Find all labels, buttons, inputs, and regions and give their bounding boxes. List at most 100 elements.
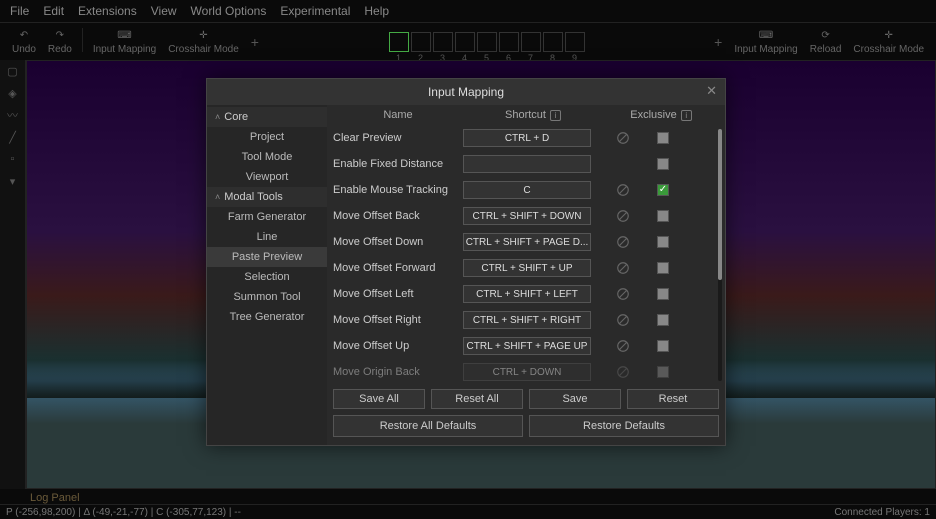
mapping-name: Move Offset Down [333, 236, 463, 248]
exclusive-checkbox[interactable] [657, 314, 669, 326]
sidebar-header-modal-tools[interactable]: Modal Tools [207, 187, 327, 207]
save-button[interactable]: Save [529, 389, 621, 409]
hotbar-slot-6[interactable]: 6 [499, 32, 519, 52]
mapping-row: Move Offset UpCTRL + SHIFT + PAGE UP [333, 333, 719, 359]
dialog-column-headers: Name Shortcuti Exclusivei [327, 105, 725, 125]
toolbar-add-left[interactable]: + [245, 34, 265, 50]
reset-button[interactable]: Reset [627, 389, 719, 409]
mapping-row: Move Offset BackCTRL + SHIFT + DOWN [333, 203, 719, 229]
shortcut-input[interactable]: CTRL + SHIFT + DOWN [463, 207, 591, 225]
toolbar-input-mapping[interactable]: ⌨Input Mapping [87, 28, 162, 55]
scrollbar[interactable] [718, 129, 722, 381]
exclusive-checkbox[interactable] [657, 340, 669, 352]
toolbar-reload[interactable]: ⟳Reload [804, 28, 848, 55]
sidebar-item-farm-generator[interactable]: Farm Generator [207, 207, 327, 227]
line-tool-icon[interactable]: ╱ [6, 130, 20, 144]
scrollbar-thumb[interactable] [718, 129, 722, 280]
exclusive-checkbox[interactable] [657, 158, 669, 170]
dialog-sidebar: CoreProjectTool ModeViewportModal ToolsF… [207, 105, 327, 445]
sidebar-item-viewport[interactable]: Viewport [207, 167, 327, 187]
close-icon[interactable]: ✕ [706, 83, 717, 99]
dropdown-icon[interactable]: ▾ [6, 174, 20, 188]
col-exclusive: Exclusive [630, 109, 676, 121]
disabled-icon-cell [603, 313, 643, 327]
toolbar-crosshair-mode[interactable]: ✛Crosshair Mode [847, 28, 930, 55]
menu-file[interactable]: File [10, 4, 29, 18]
menu-world-options[interactable]: World Options [191, 4, 267, 18]
toolbar-crosshair-mode[interactable]: ✛Crosshair Mode [162, 28, 245, 55]
disabled-icon-cell [603, 235, 643, 249]
undo-icon: ↶ [17, 28, 31, 42]
shortcut-input[interactable]: C [463, 181, 591, 199]
hotbar-slot-4[interactable]: 4 [455, 32, 475, 52]
shortcut-input[interactable]: CTRL + SHIFT + PAGE D... [463, 233, 591, 251]
sidebar-item-project[interactable]: Project [207, 127, 327, 147]
menu-edit[interactable]: Edit [43, 4, 64, 18]
save-all-button[interactable]: Save All [333, 389, 425, 409]
redo-icon: ↷ [53, 28, 67, 42]
sidebar-item-selection[interactable]: Selection [207, 267, 327, 287]
toolbar-input-mapping[interactable]: ⌨Input Mapping [728, 28, 803, 55]
side-toolbar: ▢ ◈ 〰 ╱ ▫ ▾ [0, 60, 26, 489]
hotbar-slot-7[interactable]: 7 [521, 32, 541, 52]
hotbar-slot-3[interactable]: 3 [433, 32, 453, 52]
sidebar-item-tree-generator[interactable]: Tree Generator [207, 307, 327, 327]
crosshair-mode-icon: ✛ [882, 28, 896, 42]
shortcut-input[interactable]: CTRL + SHIFT + RIGHT [463, 311, 591, 329]
exclusive-checkbox[interactable] [657, 184, 669, 196]
input-mapping-icon: ⌨ [759, 28, 773, 42]
sidebar-item-line[interactable]: Line [207, 227, 327, 247]
col-name: Name [333, 109, 463, 121]
shortcut-input[interactable] [463, 155, 591, 173]
disabled-icon-cell [603, 209, 643, 223]
hotbar-slot-8[interactable]: 8 [543, 32, 563, 52]
info-icon[interactable]: i [550, 110, 561, 121]
exclusive-checkbox[interactable] [657, 366, 669, 378]
status-coords: P (-256,98,200) | Δ (-49,-21,-77) | C (-… [6, 507, 241, 518]
mapping-name: Move Origin Back [333, 366, 463, 378]
input-mapping-dialog: Input Mapping ✕ CoreProjectTool ModeView… [206, 78, 726, 446]
menu-help[interactable]: Help [364, 4, 389, 18]
sidebar-item-summon-tool[interactable]: Summon Tool [207, 287, 327, 307]
sidebar-item-tool-mode[interactable]: Tool Mode [207, 147, 327, 167]
shortcut-input[interactable]: CTRL + D [463, 129, 591, 147]
shortcut-input[interactable]: CTRL + SHIFT + LEFT [463, 285, 591, 303]
cube-tool-icon[interactable]: ◈ [6, 86, 20, 100]
brush-tool-icon[interactable]: 〰 [6, 108, 20, 122]
log-panel-label[interactable]: Log Panel [30, 492, 80, 504]
toolbar-undo[interactable]: ↶Undo [6, 28, 42, 55]
disabled-icon-cell [603, 183, 643, 197]
hotbar-slot-1[interactable]: 1 [389, 32, 409, 52]
sidebar-header-core[interactable]: Core [207, 107, 327, 127]
hotbar-slot-5[interactable]: 5 [477, 32, 497, 52]
toolbar-add-right[interactable]: + [708, 34, 728, 50]
info-icon[interactable]: i [681, 110, 692, 121]
restore-all-defaults-button[interactable]: Restore All Defaults [333, 415, 523, 437]
exclusive-checkbox[interactable] [657, 210, 669, 222]
menu-view[interactable]: View [151, 4, 177, 18]
exclusive-checkbox[interactable] [657, 288, 669, 300]
sidebar-item-paste-preview[interactable]: Paste Preview [207, 247, 327, 267]
hotbar-slot-2[interactable]: 2 [411, 32, 431, 52]
menu-extensions[interactable]: Extensions [78, 4, 137, 18]
selection-tool-icon[interactable]: ▢ [6, 64, 20, 78]
shortcut-input[interactable]: CTRL + DOWN [463, 363, 591, 381]
restore-defaults-button[interactable]: Restore Defaults [529, 415, 719, 437]
exclusive-checkbox[interactable] [657, 132, 669, 144]
hotbar: 123456789 [389, 32, 585, 52]
shortcut-input[interactable]: CTRL + SHIFT + UP [463, 259, 591, 277]
disabled-icon-cell [603, 261, 643, 275]
shortcut-input[interactable]: CTRL + SHIFT + PAGE UP [463, 337, 591, 355]
disabled-icon-cell [603, 131, 643, 145]
exclusive-checkbox[interactable] [657, 262, 669, 274]
toolbar-redo[interactable]: ↷Redo [42, 28, 78, 55]
exclusive-checkbox[interactable] [657, 236, 669, 248]
hotbar-slot-9[interactable]: 9 [565, 32, 585, 52]
mapping-name: Enable Fixed Distance [333, 158, 463, 170]
mapping-row: Move Offset LeftCTRL + SHIFT + LEFT [333, 281, 719, 307]
more-tool-icon[interactable]: ▫ [6, 152, 20, 166]
reset-all-button[interactable]: Reset All [431, 389, 523, 409]
mapping-row: Enable Mouse TrackingC [333, 177, 719, 203]
menu-experimental[interactable]: Experimental [280, 4, 350, 18]
input-mapping-icon: ⌨ [118, 28, 132, 42]
